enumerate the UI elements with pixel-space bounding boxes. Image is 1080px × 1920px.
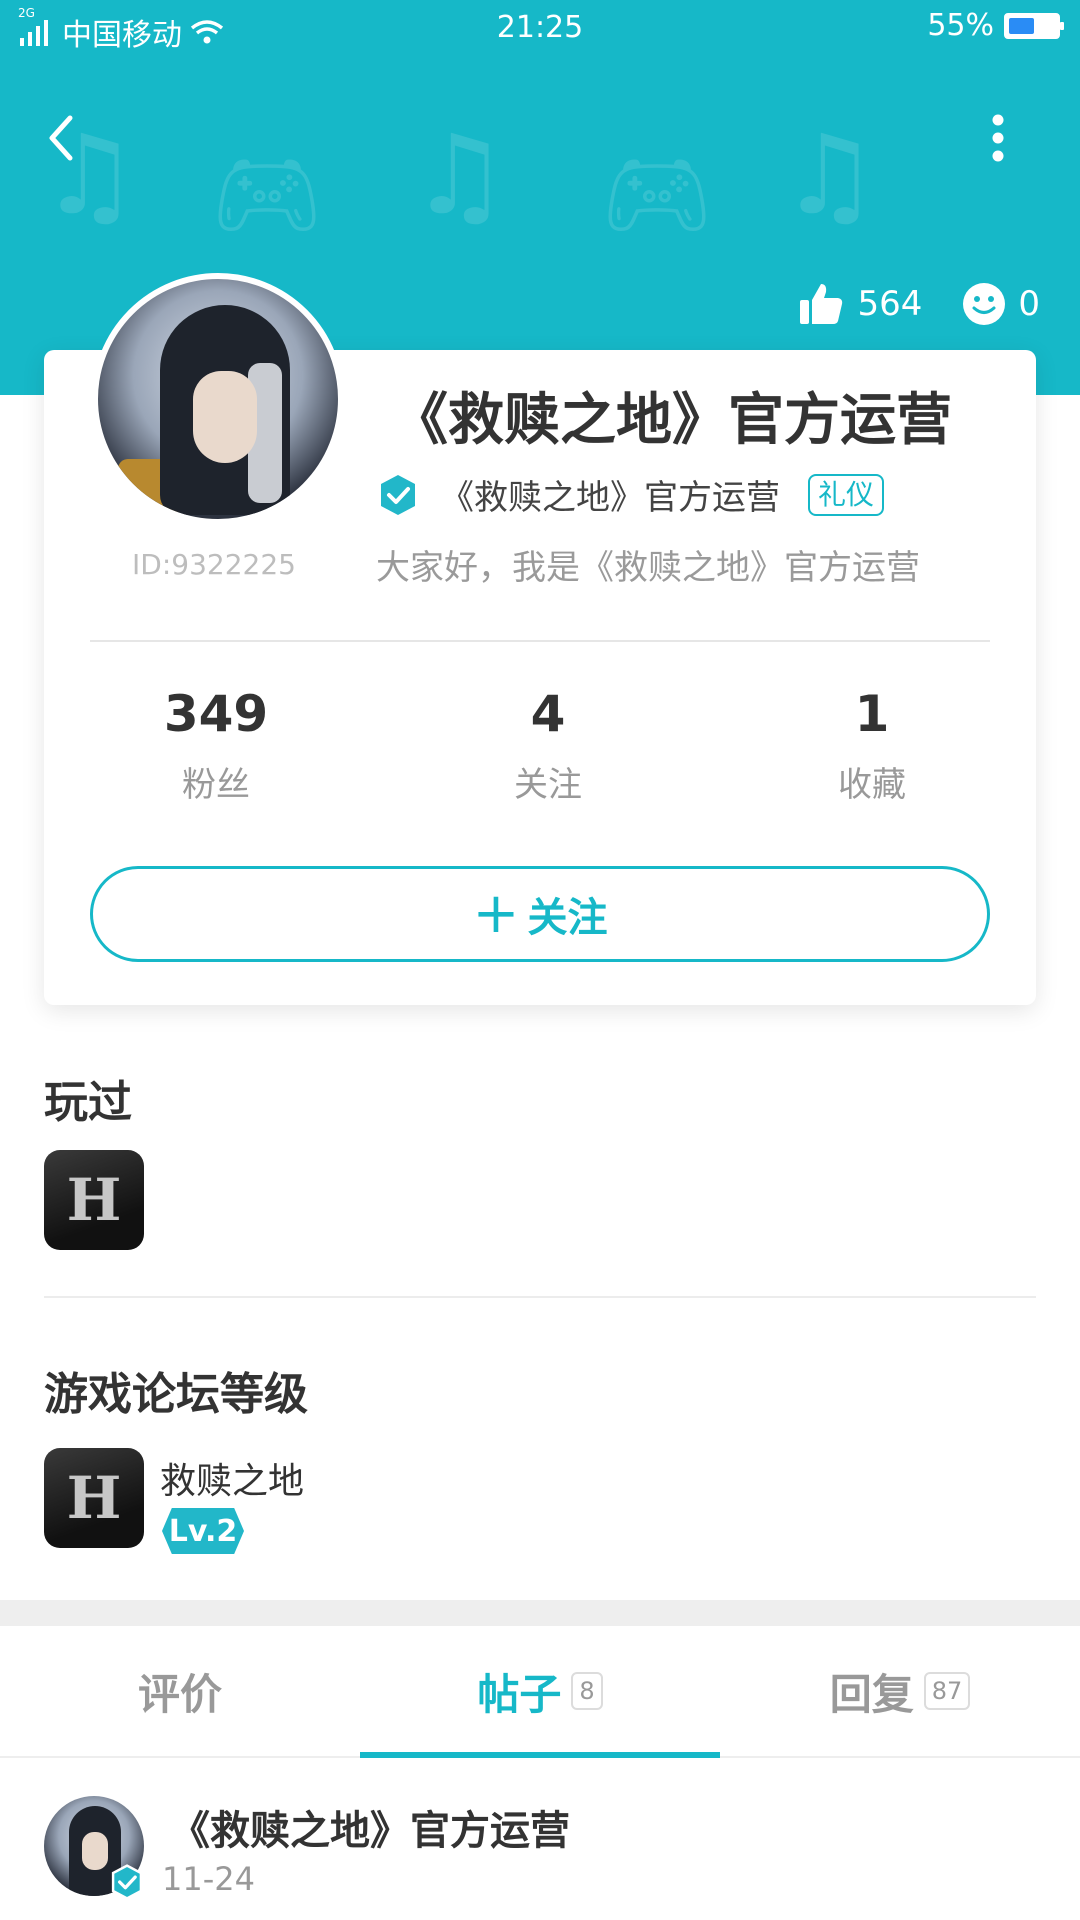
battery-percent: 55% — [927, 8, 994, 43]
tab-label: 帖子 — [477, 1669, 562, 1719]
following-count: 4 — [530, 685, 566, 743]
more-options-icon[interactable] — [976, 108, 1020, 168]
profile-name: 《救赎之地》官方运营 — [392, 388, 952, 453]
status-bar: 2G 中国移动 21:25 55% — [0, 0, 1080, 58]
gamepad-decoration: 🎮︎ — [210, 142, 325, 247]
user-id: ID:9322225 — [132, 548, 296, 581]
clock: 21:25 — [496, 10, 584, 45]
verification-row: 《救赎之地》官方运营 礼仪 — [378, 470, 885, 519]
etiquette-tag[interactable]: 礼仪 — [808, 473, 885, 516]
profile-bio: 大家好，我是《救赎之地》官方运营 — [376, 548, 920, 588]
post-date: 11-24 — [162, 1860, 255, 1898]
like-count: 564 — [857, 284, 923, 324]
favorites-label: 收藏 — [838, 765, 906, 805]
battery-icon — [1004, 12, 1064, 39]
verified-badge-icon — [111, 1864, 143, 1900]
thumbs-up-icon — [800, 284, 843, 324]
tab-label: 回复 — [829, 1669, 914, 1719]
game-logo: H — [66, 1166, 122, 1234]
section-gap — [0, 1600, 1080, 1626]
tab-reviews[interactable]: 评价 — [0, 1626, 360, 1756]
forum-game-icon[interactable]: H — [44, 1448, 144, 1548]
like-count-group[interactable]: 564 — [797, 280, 922, 328]
forum-game-name: 救赎之地 — [160, 1461, 305, 1502]
gamepad-decoration: 🎮︎ — [600, 142, 715, 247]
stat-fans[interactable]: 349 粉丝 — [116, 685, 316, 806]
verified-name: 《救赎之地》官方运营 — [440, 478, 780, 518]
avatar-face — [82, 1832, 108, 1870]
played-game-icon[interactable]: H — [44, 1150, 144, 1250]
header-stats: 564 0 — [757, 280, 1040, 328]
played-section-title: 玩过 — [44, 1077, 132, 1128]
fans-count: 349 — [163, 685, 269, 743]
tab-replies[interactable]: 回复 87 — [720, 1626, 1080, 1756]
plus-icon: + — [472, 881, 520, 946]
following-label: 关注 — [514, 765, 582, 805]
avatar-face — [193, 371, 257, 463]
smiley-icon — [963, 283, 1006, 325]
tab-label: 评价 — [137, 1669, 222, 1719]
music-note-decoration: ♫ — [410, 111, 509, 239]
follow-button[interactable]: + 关注 — [90, 866, 990, 962]
active-tab-indicator — [360, 1752, 720, 1758]
divider — [90, 640, 990, 642]
favorites-count: 1 — [854, 685, 890, 743]
level-badge: Lv.2 — [162, 1508, 244, 1554]
posts-count-badge: 8 — [571, 1672, 603, 1710]
battery-level — [1009, 17, 1034, 34]
fans-label: 粉丝 — [182, 765, 250, 805]
section-divider — [44, 1296, 1036, 1298]
verified-badge-icon — [381, 474, 415, 515]
tab-posts[interactable]: 帖子 8 — [360, 1626, 720, 1756]
follow-label: 关注 — [527, 895, 608, 941]
smile-count: 0 — [1018, 284, 1040, 324]
replies-count-badge: 87 — [923, 1672, 971, 1710]
music-note-decoration: ♫ — [780, 111, 879, 239]
post-author-name[interactable]: 《救赎之地》官方运营 — [170, 1798, 570, 1856]
smile-count-group[interactable]: 0 — [962, 282, 1040, 326]
avatar[interactable] — [92, 273, 344, 525]
forum-level-section-title: 游戏论坛等级 — [44, 1369, 308, 1420]
content-tabs: 评价 帖子 8 回复 87 — [0, 1626, 1080, 1758]
game-logo: H — [66, 1464, 122, 1532]
back-arrow-icon[interactable] — [40, 108, 90, 168]
stat-favorites[interactable]: 1 收藏 — [772, 685, 972, 806]
stat-following[interactable]: 4 关注 — [448, 685, 648, 806]
